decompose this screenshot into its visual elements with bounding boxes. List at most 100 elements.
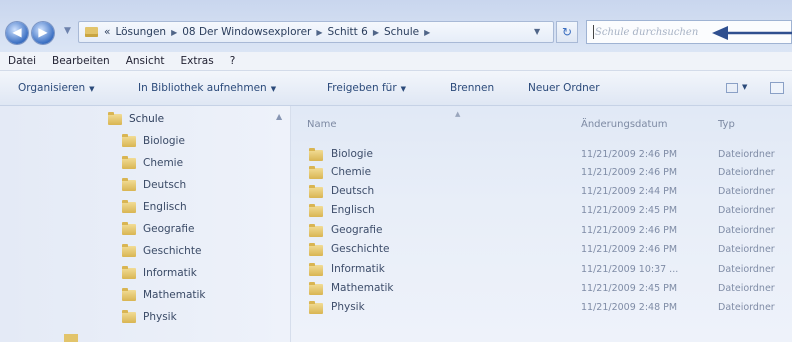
tree-item-biologie[interactable]: Biologie bbox=[122, 132, 185, 150]
file-date: 11/21/2009 2:44 PM bbox=[581, 186, 678, 197]
chevron-right-icon[interactable]: ▶ bbox=[171, 28, 177, 37]
menu-edit[interactable]: Bearbeiten bbox=[44, 55, 118, 67]
file-row[interactable]: Deutsch 11/21/2009 2:44 PM Dateiordner bbox=[291, 183, 792, 201]
folder-icon bbox=[122, 265, 136, 279]
command-bar: Organisieren ▼ In Bibliothek aufnehmen ▼ F… bbox=[0, 71, 792, 106]
forward-button[interactable]: ▶ bbox=[32, 22, 54, 44]
tree-item-geschichte[interactable]: Geschichte bbox=[122, 242, 201, 260]
file-name: Biologie bbox=[331, 148, 373, 160]
address-bar-row: ◀ ▶ ▼ « Lösungen ▶ 08 Der Windowsexplore… bbox=[0, 0, 792, 52]
file-row[interactable]: Geschichte 11/21/2009 2:46 PM Dateiordne… bbox=[291, 241, 792, 259]
chevron-down-icon: ▼ bbox=[400, 85, 407, 93]
refresh-icon: ↻ bbox=[561, 25, 573, 39]
menu-file[interactable]: Datei bbox=[0, 55, 44, 67]
file-row[interactable]: Chemie 11/21/2009 2:46 PM Dateiordner bbox=[291, 164, 792, 182]
new-folder-button[interactable]: Neuer Ordner bbox=[528, 82, 600, 94]
back-button[interactable]: ◀ bbox=[6, 22, 28, 44]
menu-view[interactable]: Ansicht bbox=[118, 55, 173, 67]
file-row[interactable]: Physik 11/21/2009 2:48 PM Dateiordner bbox=[291, 299, 792, 317]
file-name: Deutsch bbox=[331, 185, 375, 197]
file-type: Dateiordner bbox=[718, 205, 775, 216]
menu-help[interactable]: ? bbox=[222, 55, 244, 67]
breadcrumb-item[interactable]: Schitt 6 bbox=[328, 26, 368, 38]
column-header-name[interactable]: Name bbox=[307, 119, 337, 130]
file-row[interactable]: Biologie 11/21/2009 2:46 PM Dateiordner bbox=[291, 146, 792, 164]
column-header-date[interactable]: Änderungsdatum bbox=[581, 119, 668, 130]
breadcrumb-overflow[interactable]: « bbox=[104, 26, 110, 38]
file-row[interactable]: Geografie 11/21/2009 2:46 PM Dateiordner bbox=[291, 222, 792, 240]
tree-item-physik[interactable]: Physik bbox=[122, 308, 177, 326]
file-name: Geografie bbox=[331, 224, 383, 236]
share-label: Freigeben für bbox=[327, 82, 397, 94]
include-library-label: In Bibliothek aufnehmen bbox=[138, 82, 267, 94]
file-date: 11/21/2009 10:37 ... bbox=[581, 264, 679, 275]
file-type: Dateiordner bbox=[718, 264, 775, 275]
file-type: Dateiordner bbox=[718, 149, 775, 160]
search-input[interactable] bbox=[595, 24, 715, 40]
file-date: 11/21/2009 2:46 PM bbox=[581, 225, 678, 236]
folder-icon bbox=[122, 287, 136, 301]
navigation-pane: Schule Biologie Chemie Deutsch Englisch … bbox=[0, 106, 291, 342]
chevron-down-icon: ▼ bbox=[89, 85, 95, 93]
chevron-right-icon[interactable]: ▶ bbox=[424, 28, 430, 37]
chevron-down-icon: ▼ bbox=[270, 85, 277, 93]
preview-pane-icon[interactable] bbox=[770, 82, 784, 94]
folder-icon bbox=[309, 185, 323, 198]
include-library-button[interactable]: In Bibliothek aufnehmen ▼ bbox=[138, 82, 276, 94]
folder-icon bbox=[122, 221, 136, 235]
tree-item-schule[interactable]: Schule bbox=[108, 110, 164, 128]
tree-item-deutsch[interactable]: Deutsch bbox=[122, 176, 186, 194]
burn-button[interactable]: Brennen bbox=[450, 82, 494, 94]
breadcrumb-item[interactable]: Schule bbox=[384, 26, 419, 38]
explorer-window: ◀ ▶ ▼ « Lösungen ▶ 08 Der Windowsexplore… bbox=[0, 0, 792, 342]
refresh-button[interactable]: ↻ bbox=[556, 21, 578, 43]
views-icon[interactable] bbox=[726, 83, 738, 93]
folder-icon bbox=[122, 243, 136, 257]
share-button[interactable]: Freigeben für ▼ bbox=[327, 82, 406, 94]
tree-item-label: Mathematik bbox=[143, 289, 206, 301]
tree-item-informatik[interactable]: Informatik bbox=[122, 264, 197, 282]
recent-pages-icon[interactable]: ▼ bbox=[64, 26, 74, 38]
file-row[interactable]: Mathematik 11/21/2009 2:45 PM Dateiordne… bbox=[291, 280, 792, 298]
chevron-right-icon[interactable]: ▶ bbox=[316, 28, 322, 37]
tree-item-chemie[interactable]: Chemie bbox=[122, 154, 183, 172]
folder-icon bbox=[122, 155, 136, 169]
folder-icon bbox=[122, 177, 136, 191]
file-type: Dateiordner bbox=[718, 302, 775, 313]
tree-item-label: Chemie bbox=[143, 157, 184, 169]
breadcrumb-item[interactable]: Lösungen bbox=[115, 26, 166, 38]
file-date: 11/21/2009 2:46 PM bbox=[581, 167, 678, 178]
sort-indicator-icon: ▲ bbox=[455, 110, 461, 118]
folder-icon bbox=[309, 263, 323, 276]
tree-item-label: Englisch bbox=[143, 201, 187, 213]
file-date: 11/21/2009 2:46 PM bbox=[581, 244, 678, 255]
tree-item-label: Informatik bbox=[143, 267, 197, 279]
file-name: Informatik bbox=[331, 263, 385, 275]
tree-item-label: Schule bbox=[129, 113, 165, 125]
scroll-up-icon[interactable]: ▲ bbox=[276, 112, 282, 121]
breadcrumb-item[interactable]: 08 Der Windowsexplorer bbox=[182, 26, 311, 38]
organize-button[interactable]: Organisieren ▼ bbox=[18, 82, 95, 94]
back-icon: ◀ bbox=[12, 25, 22, 39]
menu-bar: Datei Bearbeiten Ansicht Extras ? bbox=[0, 52, 792, 71]
file-list: ▲ Name Änderungsdatum Typ Biologie 11/21… bbox=[291, 106, 792, 342]
chevron-down-icon[interactable]: ▼ bbox=[742, 83, 747, 91]
text-cursor bbox=[593, 25, 594, 39]
file-name: Englisch bbox=[331, 204, 375, 216]
tree-item-geografie[interactable]: Geografie bbox=[122, 220, 195, 238]
menu-tools[interactable]: Extras bbox=[173, 55, 222, 67]
file-name: Chemie bbox=[331, 166, 372, 178]
file-type: Dateiordner bbox=[718, 283, 775, 294]
tree-item-label: Geografie bbox=[143, 223, 195, 235]
address-dropdown-icon[interactable]: ▼ bbox=[534, 27, 540, 36]
tree-item-mathematik[interactable]: Mathematik bbox=[122, 286, 206, 304]
folder-icon bbox=[309, 166, 323, 179]
file-row[interactable]: Englisch 11/21/2009 2:45 PM Dateiordner bbox=[291, 202, 792, 220]
breadcrumb[interactable]: « Lösungen ▶ 08 Der Windowsexplorer ▶ Sc… bbox=[78, 21, 554, 43]
file-date: 11/21/2009 2:48 PM bbox=[581, 302, 678, 313]
column-header-type[interactable]: Typ bbox=[718, 119, 735, 130]
chevron-right-icon[interactable]: ▶ bbox=[373, 28, 379, 37]
file-row[interactable]: Informatik 11/21/2009 10:37 ... Dateiord… bbox=[291, 261, 792, 279]
tree-item-label: Biologie bbox=[143, 135, 185, 147]
tree-item-englisch[interactable]: Englisch bbox=[122, 198, 187, 216]
